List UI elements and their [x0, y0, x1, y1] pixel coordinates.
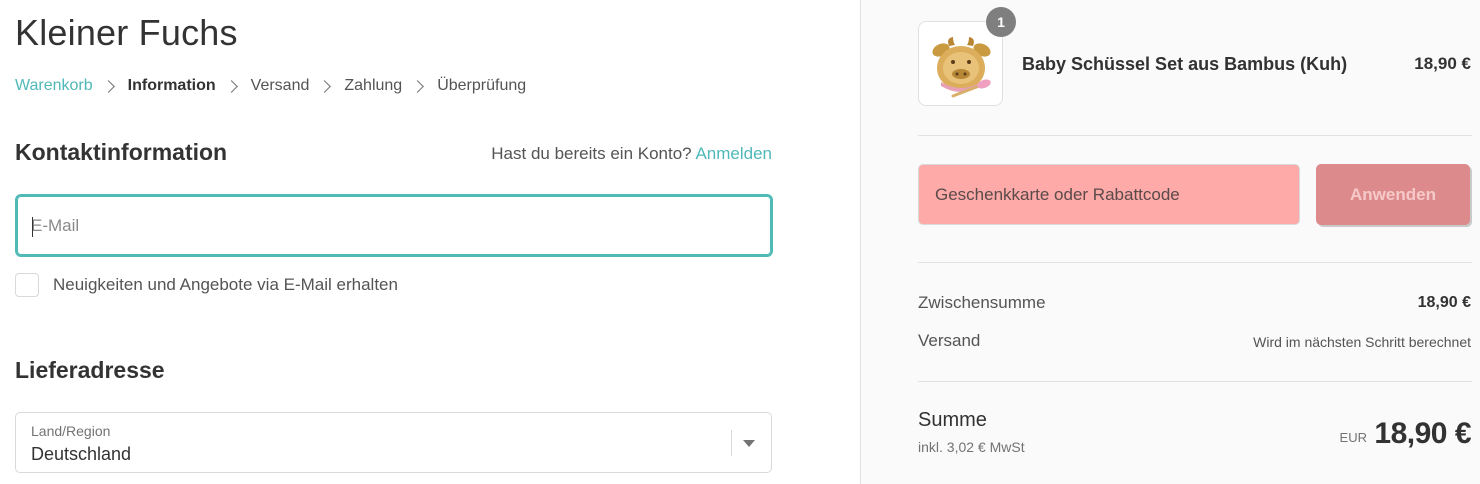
newsletter-checkbox[interactable]: [15, 273, 39, 297]
contact-section-title: Kontaktinformation: [15, 139, 228, 165]
country-select[interactable]: Land/Region Deutschland: [15, 412, 772, 473]
divider: [918, 135, 1472, 136]
newsletter-label: Neuigkeiten und Angebote via E-Mail erha…: [53, 275, 398, 294]
subtotal-value: 18,90 €: [1417, 294, 1471, 311]
newsletter-option[interactable]: Neuigkeiten und Angebote via E-Mail erha…: [15, 273, 398, 297]
divider: [918, 262, 1472, 263]
bamboo-bowl-cow-image: [932, 37, 991, 98]
text-caret: [32, 217, 33, 237]
breadcrumb-shipping: Versand: [250, 77, 310, 94]
country-select-label: Land/Region: [31, 423, 111, 439]
quantity-badge: 1: [986, 7, 1016, 37]
currency-code: EUR: [1339, 430, 1367, 445]
country-select-value: Deutschland: [31, 444, 132, 464]
chevron-right-icon: [101, 79, 115, 93]
chevron-down-icon: [743, 440, 755, 447]
breadcrumb-payment: Zahlung: [344, 77, 403, 94]
breadcrumb: Warenkorb Information Versand Zahlung Üb…: [15, 77, 526, 95]
breadcrumb-information: Information: [127, 77, 216, 94]
select-divider: [731, 430, 732, 456]
shop-title: Kleiner Fuchs: [15, 12, 238, 53]
total-label: Summe: [918, 409, 987, 431]
shipping-value: Wird im nächsten Schritt berechnet: [1253, 334, 1471, 350]
email-input[interactable]: [17, 196, 771, 255]
subtotal-label: Zwischensumme: [918, 293, 1046, 312]
discount-code-input[interactable]: [919, 165, 1299, 224]
discount-code-field[interactable]: [918, 164, 1300, 225]
login-prompt-text: Hast du bereits ein Konto?: [491, 144, 692, 163]
login-link[interactable]: Anmelden: [695, 144, 772, 163]
product-name: Baby Schüssel Set aus Bambus (Kuh): [1022, 54, 1348, 74]
chevron-right-icon: [318, 79, 332, 93]
apply-discount-button[interactable]: Anwenden: [1316, 164, 1470, 225]
shipping-label: Versand: [918, 331, 981, 350]
chevron-right-icon: [411, 79, 425, 93]
chevron-right-icon: [224, 79, 238, 93]
tax-note: inkl. 3,02 € MwSt: [918, 439, 1025, 455]
breadcrumb-cart[interactable]: Warenkorb: [15, 77, 93, 95]
product-thumbnail: [918, 21, 1003, 106]
checkout-main: Kleiner Fuchs Warenkorb Information Vers…: [0, 0, 860, 484]
delivery-section-title: Lieferadresse: [15, 357, 165, 383]
login-prompt: Hast du bereits ein Konto? Anmelden: [491, 144, 772, 164]
breadcrumb-review: Überprüfung: [437, 77, 527, 94]
product-price: 18,90 €: [1414, 54, 1471, 73]
email-field[interactable]: [15, 194, 773, 257]
divider: [918, 381, 1472, 382]
total-value: 18,90 €: [1374, 417, 1471, 450]
